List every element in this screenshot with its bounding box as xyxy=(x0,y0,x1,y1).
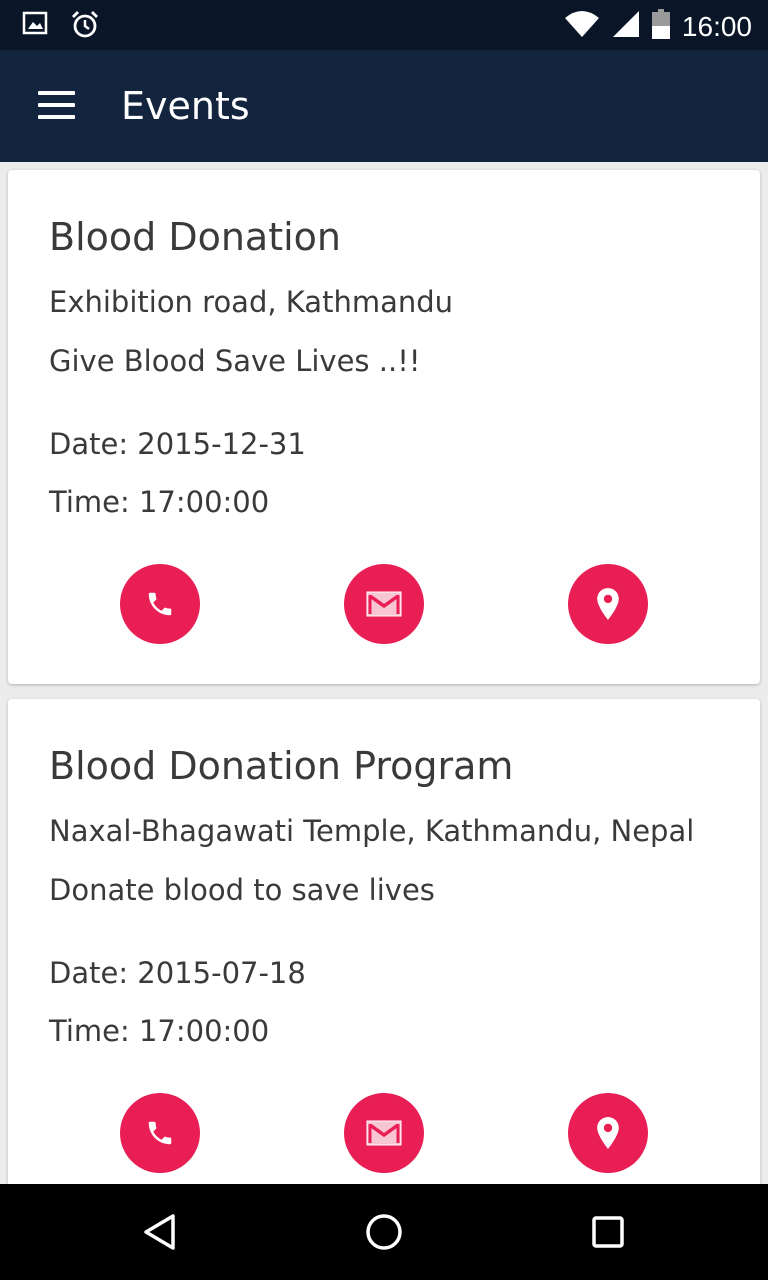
event-title: Blood Donation Program xyxy=(49,744,514,788)
alarm-icon xyxy=(70,10,100,45)
menu-icon[interactable] xyxy=(28,80,84,132)
phone-icon xyxy=(148,1121,172,1145)
event-date: Date: 2015-12-31 xyxy=(49,427,306,461)
page-title: Events xyxy=(121,84,250,128)
event-date: Date: 2015-07-18 xyxy=(49,956,306,990)
event-location: Exhibition road, Kathmandu xyxy=(49,285,454,319)
email-button[interactable] xyxy=(344,564,424,644)
event-title: Blood Donation xyxy=(49,215,341,259)
phone-icon xyxy=(148,592,172,616)
home-icon[interactable] xyxy=(358,1206,410,1258)
events-list[interactable]: Blood Donation Exhibition road, Kathmand… xyxy=(0,162,768,1184)
map-button[interactable] xyxy=(568,1093,648,1173)
signal-icon xyxy=(612,10,640,43)
location-icon xyxy=(597,1117,619,1149)
mail-icon xyxy=(366,591,402,617)
event-location: Naxal-Bhagawati Temple, Kathmandu, Nepal xyxy=(49,814,695,848)
status-bar: 16:00 xyxy=(0,0,768,50)
event-card: Blood Donation Exhibition road, Kathmand… xyxy=(8,170,760,684)
event-time: Time: 17:00:00 xyxy=(49,1014,270,1048)
call-button[interactable] xyxy=(120,1093,200,1173)
event-description: Give Blood Save Lives ..!! xyxy=(49,344,421,378)
location-icon xyxy=(597,588,619,620)
call-button[interactable] xyxy=(120,564,200,644)
email-button[interactable] xyxy=(344,1093,424,1173)
clock-time: 16:00 xyxy=(681,10,752,42)
mail-icon xyxy=(366,1120,402,1146)
event-description: Donate blood to save lives xyxy=(49,873,435,907)
wifi-icon xyxy=(564,10,600,43)
battery-icon xyxy=(651,9,670,44)
event-time: Time: 17:00:00 xyxy=(49,485,270,519)
recents-icon[interactable] xyxy=(582,1206,634,1258)
app-bar: Events xyxy=(0,50,768,162)
event-card: Blood Donation Program Naxal-Bhagawati T… xyxy=(8,699,760,1184)
image-icon xyxy=(22,10,48,45)
navigation-bar xyxy=(0,1184,768,1280)
back-icon[interactable] xyxy=(134,1206,186,1258)
map-button[interactable] xyxy=(568,564,648,644)
